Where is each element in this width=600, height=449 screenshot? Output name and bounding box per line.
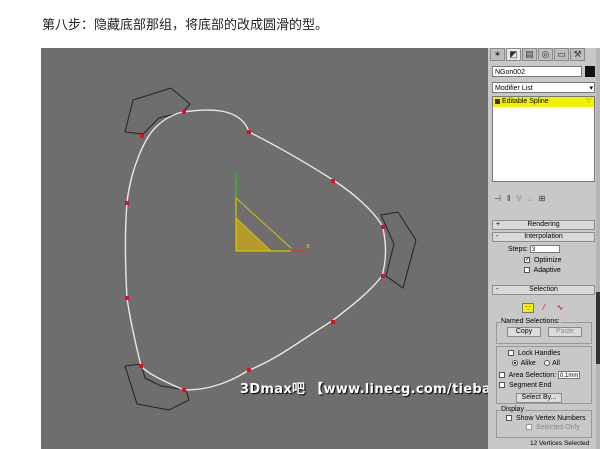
selected-only-row[interactable]: Selected Only [526, 424, 580, 431]
outline-bottom-left [124, 363, 190, 411]
lock-handles-row[interactable]: Lock Handles [508, 350, 560, 357]
outline-top-left [124, 87, 191, 135]
vertex-mode-icon: ∵ [586, 98, 591, 105]
motion-tab-icon[interactable]: ◎ [538, 48, 553, 61]
alike-radio[interactable] [512, 360, 518, 367]
configure-sets-icon[interactable]: ⊞ [539, 194, 546, 203]
paste-button[interactable]: Paste [548, 327, 582, 337]
rollout-interpolation-label: Interpolation [524, 233, 563, 240]
outline-right [380, 211, 417, 289]
transform-gizmo[interactable]: x y [234, 170, 310, 252]
rollout-interpolation[interactable]: - Interpolation [492, 232, 595, 242]
vertex[interactable] [182, 110, 186, 114]
spline-level-icon[interactable]: ∿ [554, 303, 566, 313]
selected-only-label: Selected Only [535, 424, 580, 431]
object-color-swatch[interactable] [585, 66, 595, 77]
chevron-down-icon: ▾ [589, 85, 593, 92]
vertices-selected-status: 12 Vertices Selected [530, 440, 590, 447]
command-panel: ✶ ◩ ▤ ◎ ▭ ⚒ NGon002 Modifier List ▾ Edit… [488, 48, 600, 449]
modifier-list-dropdown[interactable]: Modifier List ▾ [492, 82, 595, 93]
panel-scrollbar-thumb[interactable] [596, 292, 600, 364]
subobject-icons: ∵ ⁄ ∿ [522, 303, 566, 313]
pin-stack-icon[interactable]: ⊣ [494, 194, 501, 203]
optimize-row[interactable]: ✓ Optimize [524, 257, 562, 264]
stack-item-label: Editable Spline [502, 98, 549, 105]
select-by-button[interactable]: Select By... [516, 393, 562, 403]
steps-spinner[interactable]: 3 [529, 245, 560, 253]
area-selection-checkbox[interactable] [499, 372, 505, 378]
vertex[interactable] [381, 274, 385, 278]
vertex[interactable] [381, 225, 385, 229]
modifier-list-label: Modifier List [495, 85, 533, 92]
axis-x-label: x [306, 242, 310, 250]
rollout-selection[interactable]: - Selection [492, 285, 595, 295]
make-unique-icon[interactable]: ∀ [516, 194, 521, 203]
segment-end-row[interactable]: Segment End [499, 382, 551, 389]
vertex[interactable] [331, 179, 335, 183]
show-vertex-numbers-checkbox[interactable] [506, 415, 512, 422]
display-group-label: Display [500, 406, 525, 413]
plus-icon: + [496, 221, 501, 228]
show-vertex-numbers-row[interactable]: Show Vertex Numbers [506, 415, 586, 422]
vertex[interactable] [125, 201, 129, 205]
named-selections-label: Named Selections: [500, 318, 561, 325]
vertex[interactable] [247, 368, 251, 372]
vertex-level-icon[interactable]: ∵ [522, 303, 534, 313]
area-selection-spinner[interactable]: 0.1mm [558, 371, 580, 379]
handle-mode-row: Alike All [512, 360, 560, 367]
axis-y-label: y [234, 170, 238, 178]
show-vertex-numbers-label: Show Vertex Numbers [515, 415, 586, 422]
adaptive-row[interactable]: Adaptive [524, 267, 561, 274]
area-selection-row: Area Selection: 0.1mm [499, 371, 580, 379]
gizmo-plane [235, 216, 273, 252]
lock-handles-label: Lock Handles [517, 350, 561, 357]
vertex[interactable] [182, 388, 186, 392]
segment-end-checkbox[interactable] [499, 382, 505, 389]
steps-label: Steps: [508, 245, 528, 253]
utilities-tab-icon[interactable]: ⚒ [570, 48, 585, 61]
adaptive-label: Adaptive [533, 267, 561, 274]
alike-label: Alike [520, 360, 536, 367]
optimize-checkbox[interactable]: ✓ [524, 257, 530, 264]
rollout-selection-label: Selection [529, 286, 558, 293]
optimize-label: Optimize [533, 257, 562, 264]
copy-button[interactable]: Copy [507, 327, 541, 337]
adaptive-checkbox[interactable] [524, 267, 530, 274]
remove-modifier-icon[interactable]: ⌂ [528, 194, 533, 203]
rollout-rendering[interactable]: + Rendering [492, 220, 595, 230]
all-radio[interactable] [543, 360, 550, 367]
expand-icon[interactable] [495, 99, 500, 104]
display-tab-icon[interactable]: ▭ [554, 48, 569, 61]
stack-toolbar: ⊣ ‖ ∀ ⌂ ⊞ [494, 192, 594, 204]
lock-handles-checkbox[interactable] [508, 350, 514, 357]
vertex[interactable] [139, 364, 143, 368]
vertex[interactable] [125, 296, 129, 300]
selected-only-checkbox[interactable] [526, 424, 532, 431]
area-selection-label: Area Selection: [508, 371, 557, 379]
create-tab-icon[interactable]: ✶ [490, 48, 505, 61]
minus-icon: - [496, 233, 499, 240]
object-name-field[interactable]: NGon002 [492, 66, 582, 77]
stack-item-editable-spline[interactable]: Editable Spline ∵ [493, 97, 594, 107]
vertex[interactable] [331, 320, 335, 324]
steps-row: Steps: 3 [508, 245, 560, 253]
command-panel-tabs: ✶ ◩ ▤ ◎ ▭ ⚒ [490, 48, 598, 62]
show-end-result-icon[interactable]: ‖ [507, 194, 510, 203]
minus-icon: - [496, 286, 499, 293]
rollout-rendering-label: Rendering [527, 221, 560, 228]
all-label: All [552, 360, 560, 367]
modifier-stack[interactable]: Editable Spline ∵ [492, 96, 595, 182]
step-caption: 第八步：隐藏底部那组，将底部的改成圆滑的型。 [42, 18, 329, 33]
vertex[interactable] [247, 130, 251, 134]
segment-level-icon[interactable]: ⁄ [538, 303, 550, 313]
panel-scrollbar[interactable] [596, 48, 600, 449]
modify-tab-icon[interactable]: ◩ [506, 48, 521, 61]
segment-end-label: Segment End [508, 382, 552, 389]
vertex[interactable] [140, 134, 144, 138]
hierarchy-tab-icon[interactable]: ▤ [522, 48, 537, 61]
